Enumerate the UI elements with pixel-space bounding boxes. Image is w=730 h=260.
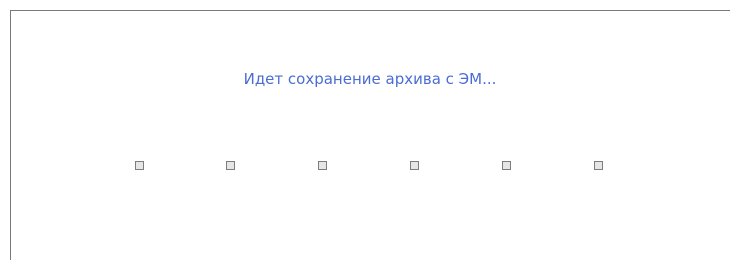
progress-indicator (594, 161, 603, 170)
progress-dialog (10, 10, 730, 260)
status-message: Идет сохранение архива с ЭМ... (243, 70, 497, 88)
progress-indicator (135, 161, 144, 170)
progress-indicator (226, 161, 235, 170)
progress-indicator (502, 161, 511, 170)
progress-indicator (318, 161, 327, 170)
progress-indicator (410, 161, 419, 170)
